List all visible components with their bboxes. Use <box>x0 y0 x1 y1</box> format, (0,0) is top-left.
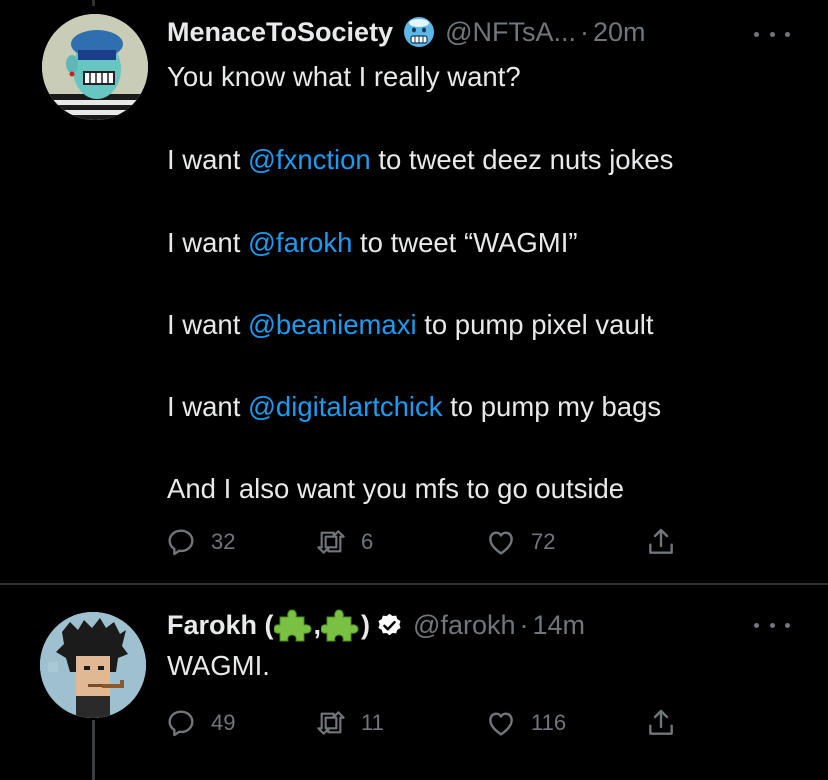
text-segment: And I also want you mfs to go outside <box>167 473 625 504</box>
retweet-button[interactable]: 6 <box>315 522 373 562</box>
tweet-farokh[interactable]: Farokh ( , ) @farokh · 14m WAGMI. 49 11 … <box>0 585 828 780</box>
tweet-actions: 32 6 72 <box>165 522 685 562</box>
tweet-actions: 49 11 116 <box>165 703 685 743</box>
puzzle-piece-icon <box>273 607 314 643</box>
name-separator: , <box>313 609 322 640</box>
avatar[interactable] <box>42 14 148 120</box>
tweet-line: And I also want you mfs to go outside <box>167 472 624 506</box>
more-icon[interactable] <box>754 26 790 42</box>
text-segment: to pump my bags <box>442 391 662 422</box>
text-segment: I want <box>167 391 249 422</box>
mention-link[interactable]: @beaniemaxi <box>248 309 417 340</box>
mention-link[interactable]: @farokh <box>248 227 352 258</box>
retweet-button[interactable]: 11 <box>315 703 384 743</box>
reply-button[interactable]: 49 <box>165 703 235 743</box>
tweet-line: You know what I really want? <box>167 60 521 94</box>
tweet-header: MenaceToSociety @NFTsA... · 20m <box>167 12 646 52</box>
retweet-count: 6 <box>361 529 374 554</box>
separator-dot: · <box>580 16 589 47</box>
like-icon <box>489 531 513 555</box>
author-name[interactable]: Farokh ( <box>167 610 274 641</box>
like-button[interactable]: 72 <box>485 522 555 562</box>
author-name[interactable]: MenaceToSociety <box>167 17 393 48</box>
tweet-line: I want @beaniemaxi to pump pixel vault <box>167 308 654 342</box>
text-segment: I want <box>167 309 249 340</box>
author-handle[interactable]: @farokh <box>413 610 515 641</box>
tweet-text: WAGMI. <box>167 649 270 683</box>
timestamp[interactable]: 14m <box>532 610 585 641</box>
tweet-line: I want @farokh to tweet “WAGMI” <box>167 226 578 260</box>
separator-dot: · <box>519 609 529 640</box>
tweet-line: WAGMI. <box>167 650 270 681</box>
reply-count: 49 <box>211 710 236 735</box>
reply-count: 32 <box>211 529 236 554</box>
tweet-line: I want @digitalartchick to pump my bags <box>167 390 661 424</box>
text-segment: I want <box>167 227 249 258</box>
reply-icon <box>168 529 194 556</box>
tweet-menacetosociety[interactable]: MenaceToSociety @NFTsA... · 20m You know… <box>0 0 828 583</box>
like-button[interactable]: 116 <box>485 703 566 743</box>
share-button[interactable] <box>645 703 677 743</box>
text-segment: You know what I really want? <box>167 61 521 92</box>
tweet-header: Farokh ( , ) @farokh · 14m <box>167 605 585 645</box>
name-close: ) <box>361 609 371 640</box>
reply-icon <box>168 710 194 737</box>
like-count: 116 <box>531 710 567 735</box>
text-segment: to tweet “WAGMI” <box>352 227 578 258</box>
tweet-line: I want @fxnction to tweet deez nuts joke… <box>167 143 673 177</box>
verified-badge-icon <box>376 612 403 639</box>
thread-connector <box>92 720 95 780</box>
share-icon <box>649 709 673 735</box>
share-button[interactable] <box>645 522 677 562</box>
mention-link[interactable]: @digitalartchick <box>248 391 443 422</box>
like-count: 72 <box>531 529 556 554</box>
timestamp[interactable]: 20m <box>593 17 646 48</box>
avatar[interactable] <box>40 612 146 718</box>
mention-link[interactable]: @fxnction <box>248 144 371 175</box>
puzzle-piece-icon <box>320 607 361 643</box>
more-icon[interactable] <box>754 617 790 633</box>
retweet-icon <box>317 711 345 735</box>
like-icon <box>489 712 513 736</box>
share-icon <box>649 528 673 554</box>
text-segment: I want <box>167 144 249 175</box>
retweet-icon <box>317 530 345 554</box>
author-handle[interactable]: @NFTsA... <box>445 17 576 48</box>
reply-button[interactable]: 32 <box>165 522 235 562</box>
retweet-count: 11 <box>361 710 384 735</box>
cold-face-emoji-icon <box>403 16 435 48</box>
text-segment: to tweet deez nuts jokes <box>370 144 674 175</box>
text-segment: to pump pixel vault <box>416 309 654 340</box>
thread-connector-top <box>92 0 95 6</box>
